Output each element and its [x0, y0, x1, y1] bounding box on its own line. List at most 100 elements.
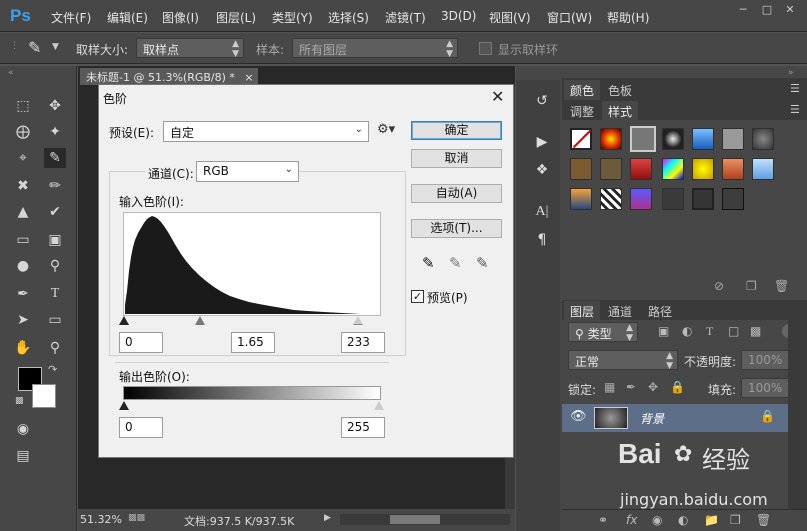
preset-select[interactable]: 自定 ⌄ [163, 121, 369, 142]
lock-pixels-icon[interactable]: ✒ [626, 380, 636, 394]
tab-color[interactable]: 颜色 [564, 80, 601, 101]
collapse-arrows-icon[interactable]: » [788, 68, 794, 78]
menu-view[interactable]: 视图(V) [489, 9, 531, 26]
menu-3d[interactable]: 3D(D) [441, 9, 476, 23]
output-black-field[interactable]: 0 [119, 417, 163, 438]
layer-row-background[interactable]: 👁 背景 🔒 [562, 404, 788, 432]
paragraph-icon[interactable]: ¶ [530, 230, 554, 250]
style-swatch-17[interactable] [630, 188, 652, 210]
marquee-tool-icon[interactable]: ⬚ [12, 96, 34, 116]
white-output-slider-handle[interactable] [374, 401, 384, 410]
3d-icon[interactable]: ❖ [530, 160, 554, 180]
style-swatch-20[interactable] [722, 188, 744, 210]
lasso-tool-icon[interactable]: ⨁ [12, 122, 34, 142]
layer-kind-filter[interactable]: ⚲ 类型 ▲ ▼ [568, 322, 638, 343]
tab-channels[interactable]: 通道 [602, 301, 638, 322]
eyedropper-tool-icon[interactable]: ✎ [28, 38, 41, 57]
filter-adjustment-icon[interactable]: ◐ [682, 324, 692, 338]
zoom-tool-icon[interactable]: ⚲ [44, 338, 66, 358]
lock-all-icon[interactable]: 🔒 [670, 380, 685, 394]
history-icon[interactable]: ↺ [530, 91, 554, 111]
style-swatch-16[interactable] [600, 188, 622, 210]
panel-menu-icon[interactable]: ☰ [790, 82, 800, 95]
type-tool-icon[interactable]: T [44, 284, 66, 304]
horizontal-scrollbar[interactable] [340, 514, 510, 525]
tool-preset-arrow-icon[interactable]: ▼ [52, 42, 59, 52]
style-swatch-12[interactable] [692, 158, 714, 180]
status-menu-arrow-icon[interactable]: ▶ [324, 513, 331, 523]
sample-size-select[interactable]: 取样点 ▲ ▼ [136, 38, 244, 59]
close-window-icon[interactable]: ✕ [783, 3, 797, 17]
rectangle-tool-icon[interactable]: ▭ [44, 310, 66, 330]
screen-mode-icon[interactable]: ▤ [12, 446, 34, 466]
maximize-icon[interactable]: □ [760, 3, 774, 17]
quick-mask-icon[interactable]: ◉ [12, 419, 34, 439]
delete-style-icon[interactable]: 🗑 [774, 279, 789, 293]
blend-mode-select[interactable]: 正常 ▲ ▼ [568, 350, 678, 371]
zoom-level[interactable]: 51.32% [80, 513, 122, 526]
stamp-tool-icon[interactable]: ▲ [12, 202, 34, 222]
lock-transparent-icon[interactable]: ▦ [604, 380, 615, 394]
move-tool-icon[interactable]: ✥ [44, 96, 66, 116]
menu-window[interactable]: 窗口(W) [547, 9, 592, 26]
output-white-field[interactable]: 255 [341, 417, 385, 438]
style-swatch-13[interactable] [722, 158, 744, 180]
black-point-eyedropper-icon[interactable]: ✎ [422, 254, 435, 272]
style-swatch-4[interactable] [662, 128, 684, 150]
new-style-icon[interactable]: ❐ [746, 279, 757, 293]
auto-button[interactable]: 自动(A) [411, 184, 502, 203]
healing-brush-tool-icon[interactable]: ✖ [12, 176, 34, 196]
menu-select[interactable]: 选择(S) [328, 9, 369, 26]
style-swatch-9[interactable] [600, 158, 622, 180]
style-swatch-15[interactable] [570, 188, 592, 210]
show-ring-checkbox[interactable] [479, 42, 492, 55]
pen-tool-icon[interactable]: ✒ [12, 284, 34, 304]
panel-menu-icon[interactable]: ☰ [790, 103, 800, 116]
close-tab-icon[interactable]: × [244, 71, 253, 84]
options-button[interactable]: 选项(T)... [411, 219, 502, 238]
eyedropper-tool-icon[interactable]: ✎ [44, 148, 66, 168]
tab-layers[interactable]: 图层 [564, 301, 601, 322]
clear-style-icon[interactable]: ⊘ [714, 279, 724, 293]
menu-image[interactable]: 图像(I) [162, 9, 199, 26]
crop-tool-icon[interactable]: ⌖ [12, 148, 34, 168]
status-export-icon[interactable]: ▩▩ [128, 513, 145, 523]
layer-name[interactable]: 背景 [640, 410, 664, 427]
tab-paths[interactable]: 路径 [642, 301, 678, 322]
input-gamma-field[interactable]: 1.65 [231, 332, 275, 353]
tab-swatches[interactable]: 色板 [602, 80, 638, 101]
close-dialog-icon[interactable]: ✕ [491, 87, 504, 106]
style-none-swatch[interactable] [570, 128, 592, 150]
menu-edit[interactable]: 编辑(E) [107, 9, 148, 26]
collapse-arrows-icon[interactable]: « [8, 68, 14, 78]
style-swatch-7[interactable] [752, 128, 774, 150]
cancel-button[interactable]: 取消 [411, 149, 502, 168]
horizontal-scroll-thumb[interactable] [390, 515, 440, 524]
style-swatch-3[interactable] [630, 126, 656, 152]
visibility-eye-icon[interactable]: 👁 [570, 409, 587, 424]
tab-adjust[interactable]: 调整 [564, 101, 600, 122]
preset-options-gear-icon[interactable]: ⚙▾ [377, 122, 395, 137]
blur-tool-icon[interactable]: ● [12, 256, 34, 276]
dodge-tool-icon[interactable]: ⚲ [44, 256, 66, 276]
style-swatch-18[interactable] [662, 188, 684, 210]
gradient-tool-icon[interactable]: ▣ [44, 230, 66, 250]
style-swatch-5[interactable] [692, 128, 714, 150]
style-swatch-19[interactable] [692, 188, 714, 210]
filter-smart-object-icon[interactable]: ▩ [750, 324, 761, 338]
style-swatch-8[interactable] [570, 158, 592, 180]
tab-styles[interactable]: 样式 [602, 101, 639, 122]
menu-file[interactable]: 文件(F) [51, 9, 91, 26]
channel-select[interactable]: RGB ⌄ [196, 161, 299, 182]
layers-scrollbar[interactable] [788, 300, 807, 531]
sample-select[interactable]: 所有图层 ▲ ▼ [292, 38, 458, 59]
filter-pixel-icon[interactable]: ▣ [658, 324, 669, 338]
magic-wand-tool-icon[interactable]: ✦ [44, 122, 66, 142]
menu-filter[interactable]: 滤镜(T) [385, 9, 426, 26]
character-icon[interactable]: A| [530, 202, 554, 222]
filter-type-icon[interactable]: T [706, 324, 713, 339]
document-tab[interactable]: 未标题-1 @ 51.3%(RGB/8) * × [80, 68, 258, 85]
lock-position-icon[interactable]: ✥ [648, 380, 658, 394]
style-swatch-11[interactable] [662, 158, 684, 180]
swap-colors-icon[interactable]: ↷ [48, 363, 57, 376]
